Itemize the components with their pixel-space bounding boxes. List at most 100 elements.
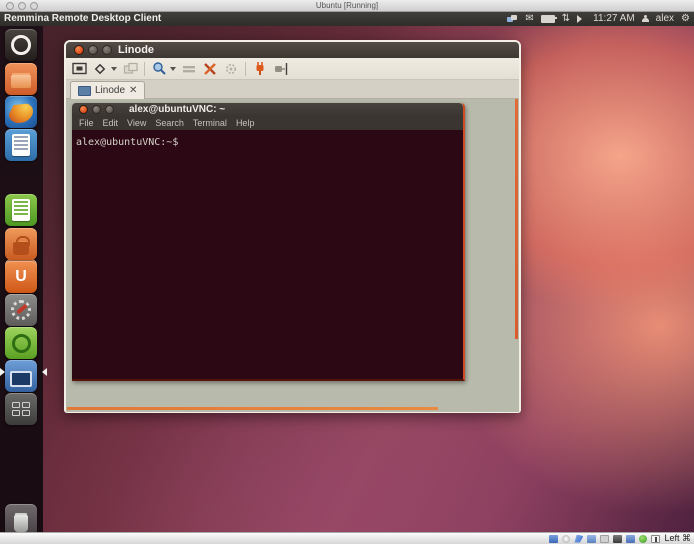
mouse-integration-icon[interactable] [651, 535, 660, 543]
video-capture-icon[interactable] [626, 535, 635, 543]
terminal-close-button[interactable] [79, 105, 88, 114]
zoom-options-button[interactable] [150, 60, 168, 77]
disconnect-button[interactable] [251, 60, 269, 77]
username-label[interactable]: alex [656, 12, 674, 26]
remmina-window: Linode [64, 40, 521, 413]
host-window-titlebar: Ubuntu [Running] [0, 0, 694, 12]
shared-folders-icon[interactable] [600, 535, 609, 543]
fullscreen-icon [72, 62, 87, 75]
menu-search[interactable]: Search [155, 117, 184, 130]
ubuntu-one-icon: U [5, 261, 37, 293]
menu-help[interactable]: Help [236, 117, 255, 130]
ubuntu-top-panel: Remmina Remote Desktop Client ✉ ⇅ 11:27 … [0, 12, 694, 26]
folder-icon [5, 63, 37, 95]
zoom-dropdown-caret-icon[interactable] [170, 67, 176, 74]
workspaces-grid-icon [5, 393, 37, 425]
display-icon[interactable] [613, 535, 622, 543]
connection-tab-linode[interactable]: Linode ✕ [70, 81, 145, 99]
usb-icon[interactable] [587, 535, 596, 543]
gear-wrench-icon [5, 294, 37, 326]
remmina-monitor-icon [5, 360, 37, 392]
volume-indicator-icon[interactable] [577, 15, 586, 23]
remote-wallpaper-bottom-sliver [67, 407, 438, 410]
firefox-button[interactable] [5, 96, 37, 128]
home-folder-button[interactable] [5, 63, 37, 95]
features-icon[interactable] [639, 535, 647, 543]
focused-arrow-icon [38, 368, 47, 376]
scale-mode-button[interactable] [91, 60, 109, 77]
fullscreen-button[interactable] [70, 60, 88, 77]
dash-home-button[interactable] [5, 29, 37, 61]
remote-screen-icon [78, 86, 91, 96]
menu-view[interactable]: View [127, 117, 146, 130]
clock[interactable]: 11:27 AM [593, 12, 635, 26]
running-arrow-icon [0, 368, 9, 376]
writer-document-icon [12, 134, 30, 156]
grab-windows-icon [123, 62, 138, 75]
libreoffice-calc-button[interactable] [5, 194, 37, 226]
sync-arrows-indicator-icon[interactable]: ⇅ [562, 12, 570, 26]
remmina-window-title: Linode [118, 42, 154, 58]
shell-prompt: alex@ubuntuVNC:~$ [76, 137, 178, 148]
window-maximize-button[interactable] [102, 45, 112, 55]
mail-indicator-icon[interactable]: ✉ [525, 12, 533, 26]
terminal-window-title: alex@ubuntuVNC: ~ [129, 103, 225, 117]
remote-terminal-window[interactable]: alex@ubuntuVNC: ~ File Edit View Search … [72, 103, 465, 381]
plug-disconnect-icon [253, 61, 267, 76]
terminal-menubar: File Edit View Search Terminal Help [72, 117, 463, 130]
vnc-viewport[interactable]: alex@ubuntuVNC: ~ File Edit View Search … [66, 99, 519, 412]
terminal-minimize-button[interactable] [92, 105, 101, 114]
shopping-bag-icon [5, 228, 37, 260]
network-indicator-icon[interactable] [507, 15, 518, 23]
refresh-button[interactable] [222, 60, 240, 77]
remmina-launcher-button[interactable] [5, 360, 37, 392]
ubuntu-software-button[interactable] [5, 327, 37, 359]
remmina-toolbar [66, 58, 519, 80]
grab-keyboard-button[interactable] [121, 60, 139, 77]
vbox-status-icons: Left ⌘ [549, 533, 691, 544]
menu-terminal[interactable]: Terminal [193, 117, 227, 130]
keyboard-lines-icon [182, 63, 196, 75]
libreoffice-writer-button[interactable] [5, 129, 37, 161]
indicator-area: ✉ ⇅ 11:27 AM alex ⚙ [507, 12, 690, 26]
toolbar-separator [245, 62, 246, 76]
ubuntu-logo-icon [5, 29, 37, 61]
unity-launcher: U [0, 26, 43, 533]
magnifier-icon [152, 61, 167, 76]
calc-spreadsheet-icon [12, 199, 30, 221]
menu-file[interactable]: File [79, 117, 94, 130]
workspace-switcher-button[interactable] [5, 393, 37, 425]
battery-indicator-icon[interactable] [541, 15, 555, 23]
tab-label: Linode [95, 85, 125, 96]
system-settings-button[interactable] [5, 294, 37, 326]
toolbar-separator [144, 62, 145, 76]
scale-dropdown-caret-icon[interactable] [111, 67, 117, 74]
app-menu-title[interactable]: Remmina Remote Desktop Client [4, 12, 161, 26]
remmina-titlebar[interactable]: Linode [66, 42, 519, 58]
exit-button[interactable] [272, 60, 290, 77]
network-icon[interactable] [574, 535, 583, 543]
window-close-button[interactable] [74, 45, 84, 55]
session-gear-icon[interactable]: ⚙ [681, 12, 690, 26]
keyboard-shortcuts-button[interactable] [180, 60, 198, 77]
remmina-tabbar: Linode ✕ [66, 80, 519, 99]
window-minimize-button[interactable] [88, 45, 98, 55]
hard-disk-icon[interactable] [549, 535, 558, 543]
gear-arrows-icon [224, 62, 239, 76]
menu-edit[interactable]: Edit [103, 117, 119, 130]
firefox-icon [9, 103, 33, 123]
tools-button[interactable] [201, 60, 219, 77]
crossed-tools-icon [203, 62, 217, 76]
virtualbox-statusbar: Left ⌘ [0, 532, 694, 544]
terminal-titlebar[interactable]: alex@ubuntuVNC: ~ [72, 103, 463, 117]
tab-close-icon[interactable]: ✕ [129, 85, 137, 96]
terminal-screen[interactable]: alex@ubuntuVNC:~$ [72, 130, 463, 379]
host-window-title: Ubuntu [Running] [0, 0, 694, 11]
user-indicator-icon[interactable] [642, 15, 649, 23]
ubuntu-one-button[interactable]: U [5, 261, 37, 293]
software-center-button[interactable] [5, 228, 37, 260]
optical-disc-icon[interactable] [562, 535, 570, 543]
terminal-maximize-button[interactable] [105, 105, 114, 114]
remote-wallpaper-right-sliver [515, 99, 518, 339]
host-key-label: Left ⌘ [664, 533, 691, 544]
